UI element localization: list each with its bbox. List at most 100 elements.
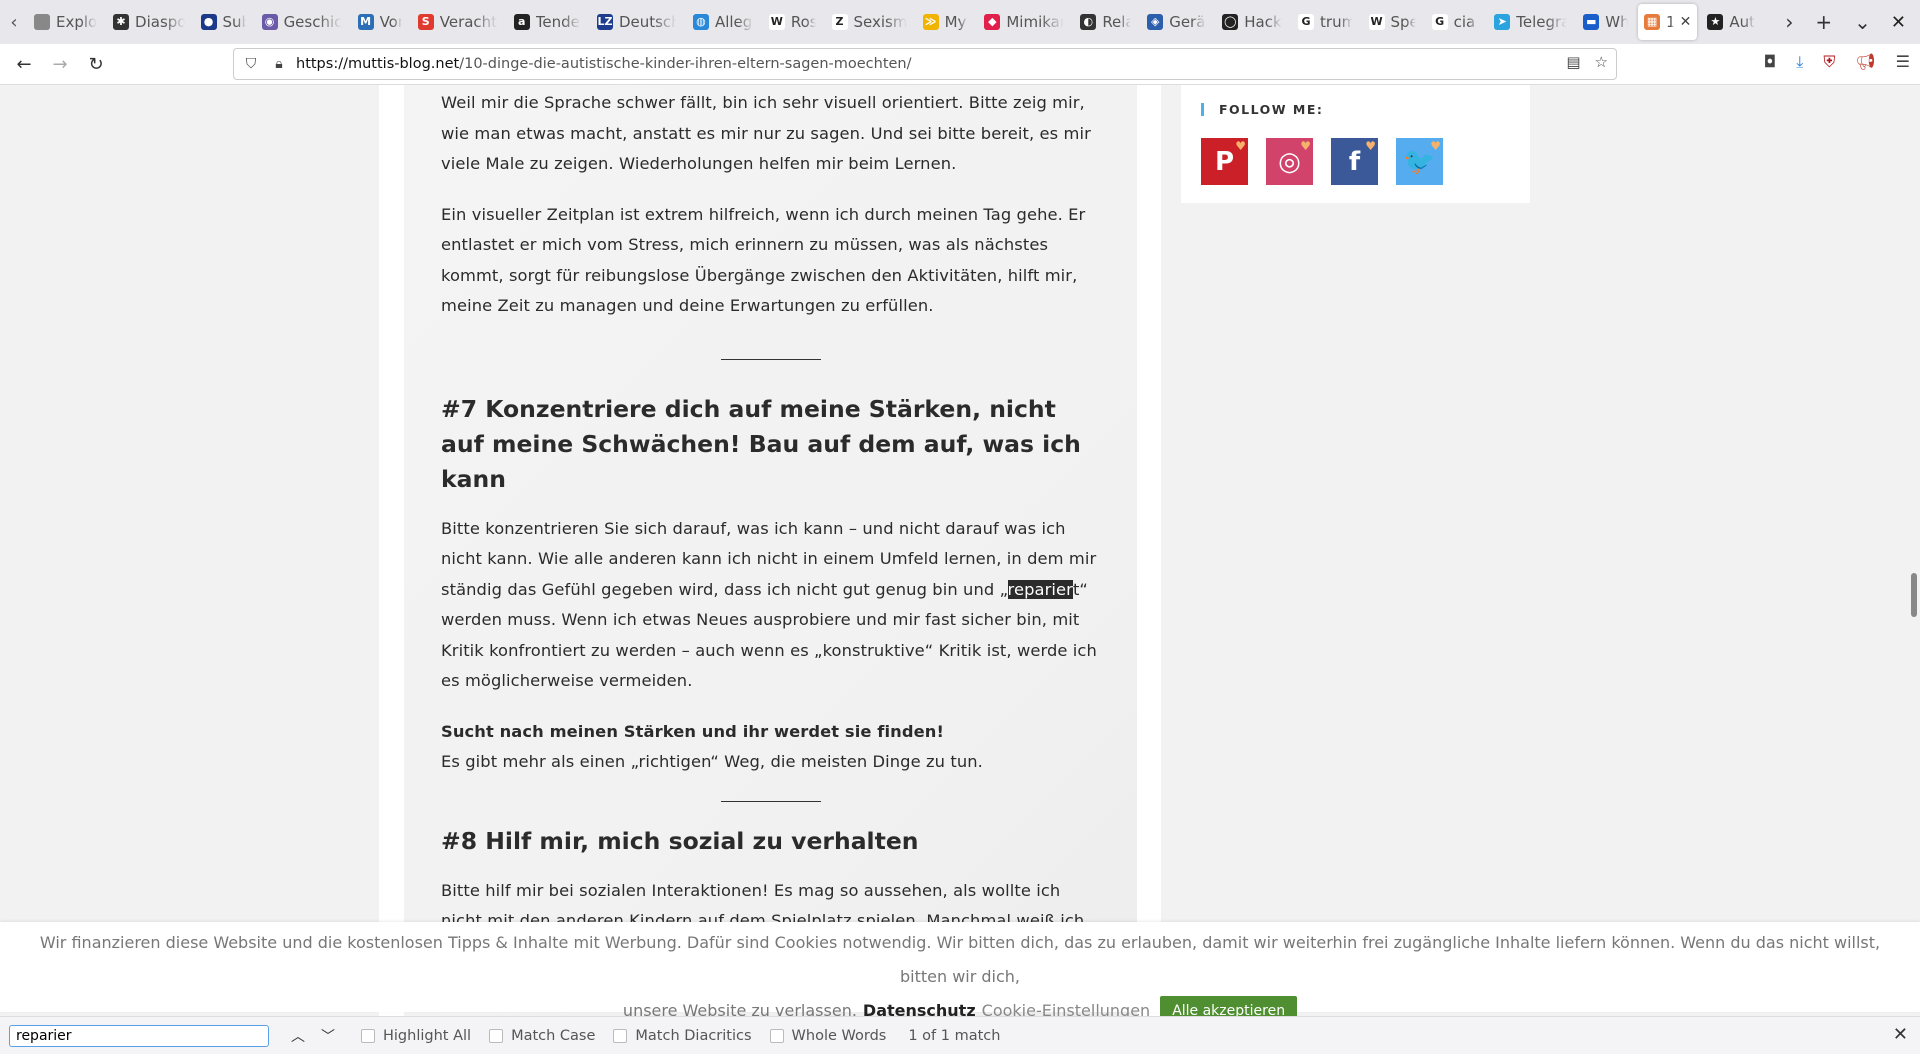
page-scrollbar[interactable]: [1908, 85, 1920, 925]
pinterest-glyph: P: [1214, 146, 1235, 177]
tab[interactable]: ● Sub-: [195, 4, 252, 40]
bold-text: Sucht nach meinen Stärken und ihr werdet…: [441, 721, 944, 741]
tab[interactable]: W Spec: [1363, 4, 1422, 40]
tab-close-icon[interactable]: ✕: [1680, 14, 1692, 30]
url-host: https://muttis-blog.net: [296, 56, 460, 72]
tab[interactable]: S Verachtung: [412, 4, 504, 40]
ublock-icon[interactable]: ⛨: [1823, 52, 1835, 72]
tab-label: Vom: [379, 13, 402, 31]
match-diacritics-checkbox[interactable]: Match Diacritics: [613, 1028, 752, 1044]
google-icon: G: [1298, 14, 1315, 30]
tab[interactable]: ≫ My c: [917, 4, 975, 40]
tab[interactable]: Z Sexismus: [826, 4, 913, 40]
section-heading-7: #7 Konzentriere dich auf meine Stärken, …: [441, 394, 1081, 493]
tab[interactable]: ◈ Geräte: [1141, 4, 1212, 40]
tab[interactable]: ▦ 10 ✕: [1638, 4, 1698, 40]
asterisk-icon: ✱: [113, 14, 130, 30]
reload-icon[interactable]: ↻: [78, 54, 114, 75]
whole-words-checkbox[interactable]: Whole Words: [769, 1028, 886, 1044]
tab[interactable]: ◍ Allegro: [687, 4, 759, 40]
article-body: Weil mir die Sprache schwer fällt, bin i…: [441, 85, 1101, 967]
find-close-icon[interactable]: ✕: [1893, 1024, 1908, 1045]
star-icon: ★: [1707, 14, 1724, 30]
instagram-glyph: ◎: [1278, 146, 1301, 177]
reader-view-icon[interactable]: ▤: [1566, 53, 1580, 71]
tab[interactable]: LZ Deutschlandfunk: [591, 4, 683, 40]
match-case-checkbox[interactable]: Match Case: [489, 1028, 595, 1044]
bookmark-star-icon[interactable]: ☆: [1595, 53, 1608, 71]
checkbox-label: Match Case: [511, 1027, 596, 1044]
follow-me-widget: FOLLOW ME: P ♥ ◎ ♥ f ♥ 🐦 ♥: [1181, 85, 1530, 203]
highlight-all-checkbox[interactable]: Highlight All: [361, 1028, 471, 1044]
tab[interactable]: ◉ Geschichte: [256, 4, 348, 40]
lock-icon[interactable]: 🔒︎: [268, 56, 290, 72]
checkbox-label: Highlight All: [383, 1027, 472, 1044]
tab[interactable]: Gcia p: [1426, 4, 1485, 40]
pocket-icon[interactable]: ◘: [1764, 52, 1777, 72]
tab-label: Hacker: [1244, 13, 1282, 31]
pinterest-icon[interactable]: P ♥: [1201, 138, 1248, 185]
instagram-icon[interactable]: ◎ ♥: [1266, 138, 1313, 185]
wikipedia-icon: W: [1368, 14, 1385, 30]
checkbox-box[interactable]: [769, 1028, 784, 1043]
tab[interactable]: ▬ Whe: [1577, 4, 1634, 40]
extension-megaphone-icon[interactable]: 📢︎: [1855, 52, 1875, 72]
tab[interactable]: ◯ Hacker: [1216, 4, 1288, 40]
checkbox-box[interactable]: [489, 1028, 504, 1043]
scrollbar-thumb[interactable]: [1911, 573, 1917, 617]
tab[interactable]: ◆ Mimikama: [978, 4, 1070, 40]
checkbox-box[interactable]: [613, 1028, 628, 1043]
navigation-bar: ← → ↻ ⛉ 🔒︎ https://muttis-blog.net/10-di…: [0, 44, 1920, 85]
tab[interactable]: Gtrump: [1292, 4, 1359, 40]
paragraph: Ein visueller Zeitplan ist extrem hilfre…: [441, 204, 1086, 316]
toolbar-right: ◘ ⤓ ⛨ 📢︎ ☰: [1764, 52, 1910, 72]
tab[interactable]: a Tendenz: [508, 4, 587, 40]
tab-label: Mimikama: [1006, 13, 1064, 31]
lz-icon: LZ: [596, 14, 613, 30]
tab[interactable]: ◐ Relay: [1074, 4, 1137, 40]
window-close-icon[interactable]: ✕: [1891, 12, 1920, 33]
back-icon[interactable]: ←: [6, 54, 42, 75]
forward-icon[interactable]: →: [42, 54, 78, 75]
find-next-icon[interactable]: ﹀: [313, 1026, 343, 1046]
find-highlight: reparier: [1007, 579, 1073, 599]
tabs-scroll-right-icon[interactable]: ›: [1785, 10, 1793, 34]
url-bar[interactable]: ⛉ 🔒︎ https://muttis-blog.net/10-dinge-di…: [233, 48, 1617, 80]
list-all-tabs-icon[interactable]: ⌄: [1854, 10, 1871, 34]
tab[interactable]: Explore: [28, 4, 103, 40]
facebook-icon[interactable]: f ♥: [1331, 138, 1378, 185]
section-heading-8: #8 Hilf mir, mich sozial zu verhalten: [441, 826, 919, 855]
folder-icon: ≫: [922, 14, 939, 30]
tab[interactable]: ➤ Telegram: [1488, 4, 1573, 40]
github-icon: ◯: [1222, 14, 1239, 30]
tab[interactable]: W Rose: [763, 4, 822, 40]
tab-label: Autis: [1729, 13, 1756, 31]
url-path: /10-dinge-die-autistische-kinder-ihren-e…: [459, 56, 912, 72]
tab-list: Explore ✱ Diaspora ● Sub- ◉ Geschichte M Vom S Ver…: [28, 0, 1765, 44]
find-previous-icon[interactable]: ︿: [283, 1026, 313, 1046]
find-input[interactable]: [9, 1024, 269, 1047]
tab-label: Diaspora: [135, 13, 185, 31]
tab[interactable]: M Vom: [352, 4, 408, 40]
checkbox-box[interactable]: [361, 1028, 375, 1043]
url-text[interactable]: https://muttis-blog.net/10-dinge-die-aut…: [296, 56, 912, 72]
heart-badge-icon: ♥: [1365, 139, 1376, 153]
tab[interactable]: ★ Autis: [1701, 4, 1761, 40]
tab-strip: ‹ Explore ✱ Diaspora ● Sub- ◉ Geschichte M Vom SV…: [0, 0, 1920, 44]
new-tab-icon[interactable]: +: [1815, 10, 1832, 34]
tabs-scroll-left-icon[interactable]: ‹: [0, 12, 28, 33]
find-bar: ︿ ﹀ Highlight All Match Case Match Diacr…: [0, 1016, 1920, 1054]
find-status: 1 of 1 match: [908, 1027, 1001, 1044]
tracking-shield-icon[interactable]: ⛉: [240, 56, 262, 72]
menu-icon[interactable]: ☰: [1896, 52, 1910, 72]
twitter-icon[interactable]: 🐦 ♥: [1396, 138, 1443, 185]
downloads-icon[interactable]: ⤓: [1796, 52, 1803, 72]
tab-label: My c: [944, 13, 969, 31]
paragraph: Weil mir die Sprache schwer fällt, bin i…: [441, 93, 1091, 173]
tab[interactable]: ✱ Diaspora: [107, 4, 190, 40]
social-icons: P ♥ ◎ ♥ f ♥ 🐦 ♥: [1201, 138, 1443, 185]
web-page: Weil mir die Sprache schwer fällt, bin i…: [0, 85, 1920, 1053]
separator: [721, 800, 821, 802]
nasa-icon: ●: [200, 14, 217, 30]
tab-label: Allegro: [714, 13, 753, 31]
